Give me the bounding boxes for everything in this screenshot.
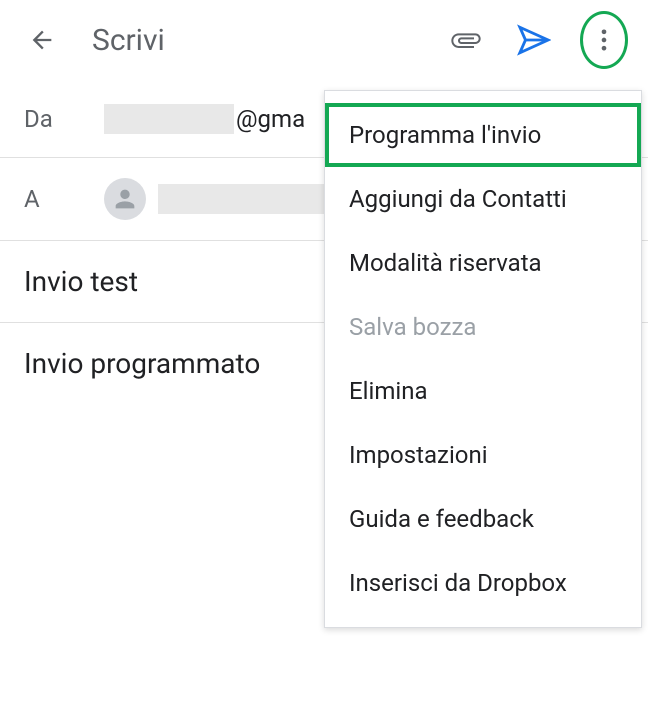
from-label: Da <box>24 105 104 133</box>
compose-header: Scrivi <box>0 0 648 80</box>
menu-item-2[interactable]: Modalità riservata <box>325 231 641 295</box>
redacted-from-name <box>104 104 234 134</box>
page-title: Scrivi <box>92 23 444 58</box>
arrow-back-icon <box>28 26 56 54</box>
back-button[interactable] <box>20 18 64 62</box>
menu-item-5[interactable]: Impostazioni <box>325 423 641 487</box>
menu-item-0[interactable]: Programma l'invio <box>325 103 641 167</box>
header-actions <box>444 11 628 69</box>
more-options-menu: Programma l'invioAggiungi da ContattiMod… <box>324 90 642 628</box>
recipient-avatar <box>104 178 146 220</box>
person-icon <box>111 185 139 213</box>
more-vert-icon <box>590 26 618 54</box>
to-value <box>104 178 358 220</box>
attach-button[interactable] <box>444 18 488 62</box>
menu-item-3: Salva bozza <box>325 295 641 359</box>
menu-item-7[interactable]: Inserisci da Dropbox <box>325 551 641 615</box>
menu-item-4[interactable]: Elimina <box>325 359 641 423</box>
send-button[interactable] <box>512 18 556 62</box>
menu-item-6[interactable]: Guida e feedback <box>325 487 641 551</box>
from-value: @gma <box>104 104 305 134</box>
send-icon <box>517 23 551 57</box>
attachment-icon <box>450 24 482 56</box>
menu-item-1[interactable]: Aggiungi da Contatti <box>325 167 641 231</box>
more-options-button[interactable] <box>580 11 628 69</box>
from-email-suffix: @gma <box>236 105 305 133</box>
to-label: A <box>24 185 104 213</box>
